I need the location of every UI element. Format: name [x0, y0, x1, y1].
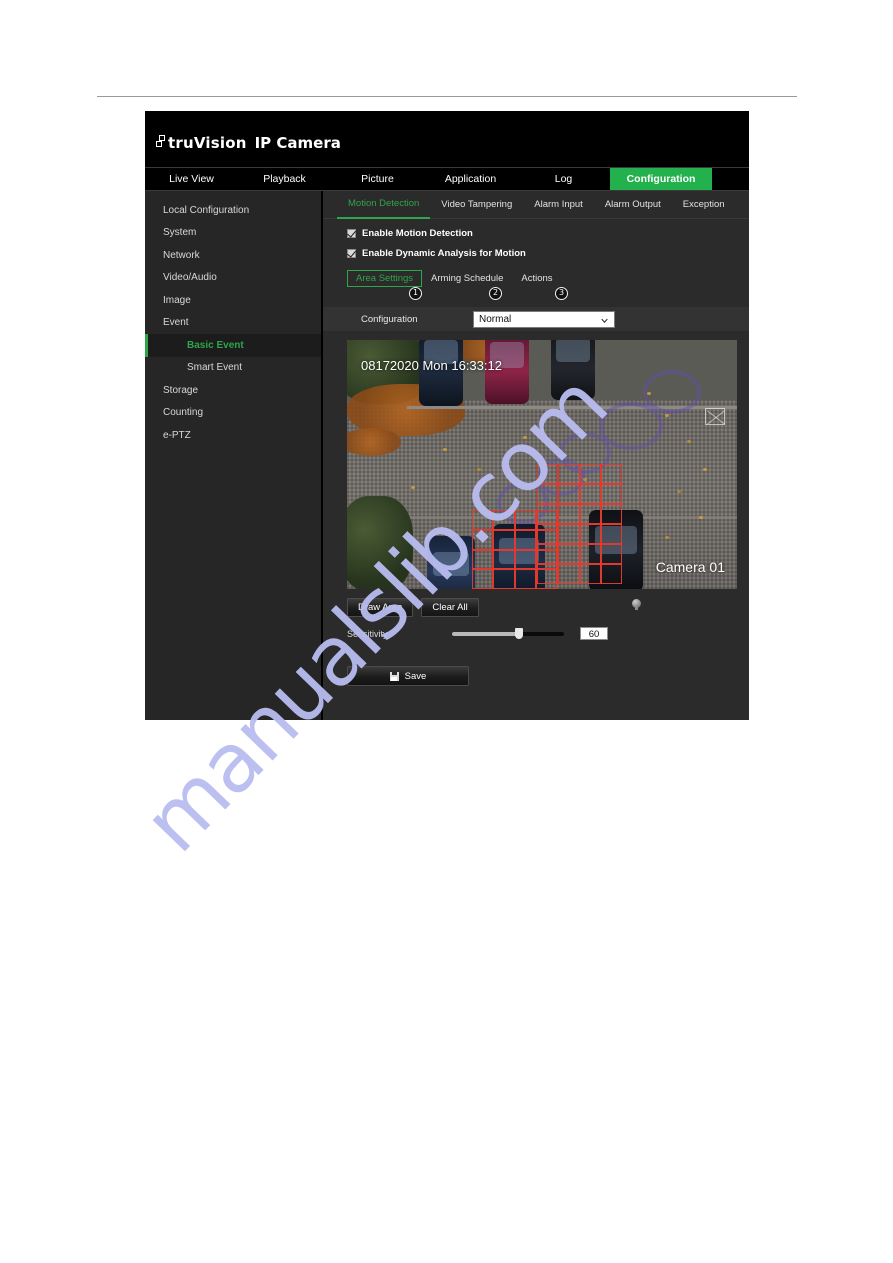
configuration-select[interactable]: Normal: [473, 310, 615, 328]
configuration-label: Configuration: [361, 313, 418, 325]
enable-motion-detection-checkbox[interactable]: [347, 229, 356, 238]
sidebar-item-smart-event[interactable]: Smart Event: [145, 357, 321, 380]
top-navigation: Live View Playback Picture Application L…: [145, 167, 749, 191]
inner-tab-area-settings[interactable]: Area Settings: [347, 270, 423, 287]
sensitivity-value-input[interactable]: 60: [580, 627, 608, 640]
lamp-icon[interactable]: [632, 599, 641, 610]
draw-controls-row: Draw Area Clear All: [347, 598, 737, 617]
brand-name: truVision: [168, 134, 247, 152]
sidebar-item-network[interactable]: Network: [145, 244, 321, 267]
step-markers: 1 2 3: [347, 287, 749, 301]
clear-all-button[interactable]: Clear All: [421, 598, 479, 617]
area-settings-tab-group: Area Settings Arming Schedule Actions: [347, 270, 749, 287]
page-header-rule: [97, 96, 797, 97]
event-tab-strip: Motion Detection Video Tampering Alarm I…: [323, 191, 749, 219]
nav-item-live-view[interactable]: Live View: [145, 168, 238, 190]
chevron-down-icon: [601, 318, 608, 323]
nav-item-log[interactable]: Log: [517, 168, 610, 190]
brand-lockup: truVision IP Camera: [156, 135, 341, 151]
enable-motion-detection-row[interactable]: Enable Motion Detection: [347, 228, 749, 239]
sidebar-item-image[interactable]: Image: [145, 289, 321, 312]
step-marker-2: 2: [489, 287, 502, 300]
enable-dynamic-analysis-row[interactable]: Enable Dynamic Analysis for Motion: [347, 248, 749, 259]
sidebar-item-e-ptz[interactable]: e-PTZ: [145, 424, 321, 447]
sensitivity-slider-thumb[interactable]: [515, 627, 524, 639]
video-preview[interactable]: 08172020 Mon 16:33:12 Camera 01: [347, 340, 737, 589]
main-panel: Motion Detection Video Tampering Alarm I…: [323, 191, 749, 720]
enable-dynamic-analysis-label: Enable Dynamic Analysis for Motion: [362, 248, 526, 259]
draw-area-button[interactable]: Draw Area: [347, 598, 414, 617]
osd-camera-name: Camera 01: [655, 559, 725, 575]
sensitivity-slider[interactable]: [452, 627, 564, 639]
tab-video-tampering[interactable]: Video Tampering: [430, 192, 523, 218]
sidebar-item-storage[interactable]: Storage: [145, 379, 321, 402]
sidebar-item-local-configuration[interactable]: Local Configuration: [145, 199, 321, 222]
sidebar-navigation: Local Configuration System Network Video…: [145, 191, 323, 720]
ui-body: Local Configuration System Network Video…: [145, 191, 749, 720]
brand-product: IP Camera: [254, 134, 341, 152]
enable-dynamic-analysis-checkbox[interactable]: [347, 249, 356, 258]
inner-tab-actions[interactable]: Actions: [512, 270, 561, 287]
camera-web-ui-window: truVision IP Camera Live View Playback P…: [145, 111, 749, 720]
tab-exception[interactable]: Exception: [672, 192, 736, 218]
sidebar-item-counting[interactable]: Counting: [145, 402, 321, 425]
sidebar-item-event[interactable]: Event: [145, 312, 321, 335]
nav-item-picture[interactable]: Picture: [331, 168, 424, 190]
save-button[interactable]: Save: [347, 666, 469, 686]
tab-motion-detection[interactable]: Motion Detection: [337, 191, 431, 219]
save-button-label: Save: [404, 670, 427, 682]
step-marker-1: 1: [409, 287, 422, 300]
nav-item-application[interactable]: Application: [424, 168, 517, 190]
configuration-selected-value: Normal: [479, 313, 512, 325]
sensitivity-row: Sensitivity 60: [347, 627, 737, 640]
enable-motion-detection-label: Enable Motion Detection: [362, 228, 473, 239]
sidebar-item-basic-event[interactable]: Basic Event: [145, 334, 321, 357]
sidebar-item-system[interactable]: System: [145, 222, 321, 245]
tab-alarm-output[interactable]: Alarm Output: [594, 192, 672, 218]
step-marker-3: 3: [555, 287, 568, 300]
osd-timestamp: 08172020 Mon 16:33:12: [361, 358, 502, 373]
privacy-mask-icon: [705, 408, 725, 425]
sensitivity-label: Sensitivity: [347, 628, 388, 639]
truvision-logo-icon: [156, 135, 167, 149]
nav-item-configuration[interactable]: Configuration: [610, 168, 712, 190]
tab-alarm-input[interactable]: Alarm Input: [523, 192, 594, 218]
floppy-disk-icon: [389, 671, 399, 681]
configuration-row: Configuration Normal: [323, 307, 749, 331]
nav-item-playback[interactable]: Playback: [238, 168, 331, 190]
sidebar-item-video-audio[interactable]: Video/Audio: [145, 267, 321, 290]
sensitivity-slider-fill: [452, 631, 520, 636]
inner-tab-arming-schedule[interactable]: Arming Schedule: [422, 270, 512, 287]
motion-detection-grid-secondary[interactable]: [472, 510, 557, 589]
brand-header: truVision IP Camera: [145, 111, 749, 167]
